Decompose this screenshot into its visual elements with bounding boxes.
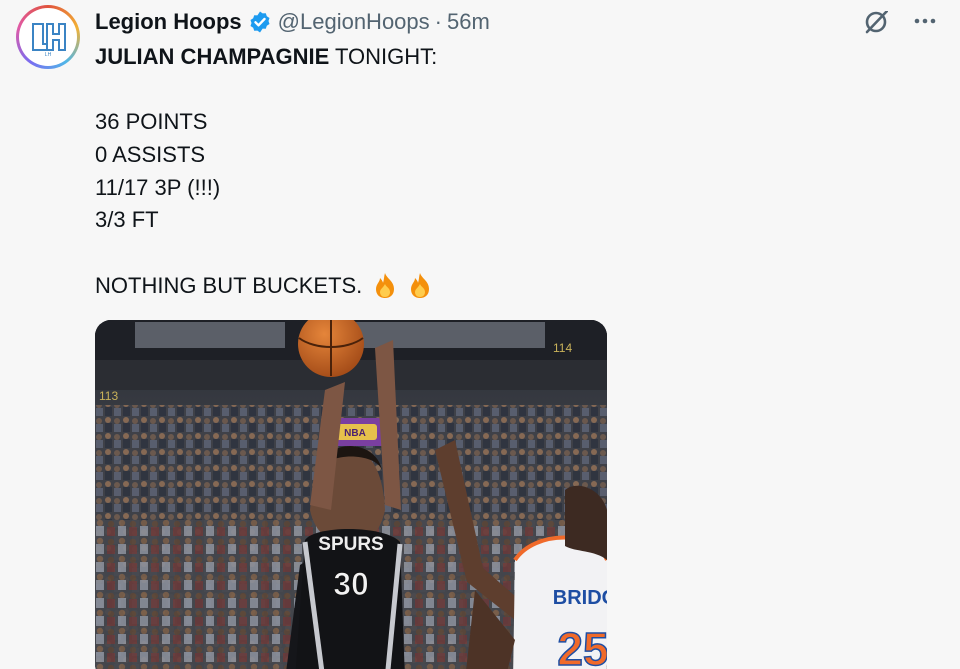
display-name[interactable]: Legion Hoops [95, 9, 242, 35]
avatar[interactable]: LH [16, 5, 80, 69]
separator-dot: · [434, 9, 442, 34]
basketball-photo: 113 114 NBA SPURS 30 BRIDG 25 [95, 320, 607, 669]
tweet-photo[interactable]: 113 114 NBA SPURS 30 BRIDG 25 [95, 320, 607, 669]
opponent-jersey-number: 25 [557, 623, 607, 669]
user-handle[interactable]: @LegionHoops [278, 9, 430, 35]
avatar-text: LH [45, 52, 52, 58]
fire-emoji-icon [376, 272, 395, 298]
avatar-logo: LH [19, 8, 77, 66]
stat-line: 0 ASSISTS [95, 142, 206, 168]
closing-text: NOTHING BUT BUCKETS. [95, 272, 363, 298]
grok-icon[interactable] [862, 6, 892, 36]
fire-emoji-icon [410, 272, 429, 298]
opponent-jersey-name: BRIDG [553, 587, 607, 609]
verified-badge-icon[interactable] [248, 10, 272, 34]
headline: JULIAN CHAMPAGNIE TONIGHT: [95, 41, 437, 74]
headline-name: JULIAN CHAMPAGNIE [95, 44, 330, 69]
jersey-number: 30 [333, 566, 369, 602]
tweet-header: Legion Hoops @LegionHoops · 56m [95, 8, 490, 36]
headline-rest: TONIGHT: [329, 44, 438, 69]
scoreboard-right: 114 [553, 341, 572, 355]
stat-line: 3/3 FT [95, 207, 159, 233]
legion-hoops-logo: LH [32, 23, 66, 58]
stat-line: 36 POINTS [95, 109, 208, 135]
tweet: LH Legion Hoops @LegionHoops · 56m JULIA… [0, 0, 960, 669]
tweet-text: JULIAN CHAMPAGNIE TONIGHT: 36 POINTS 0 A… [95, 41, 437, 303]
arena-ad-text: NBA [344, 428, 366, 439]
scoreboard-left: 113 [99, 389, 118, 403]
closing-line: NOTHING BUT BUCKETS. [95, 270, 437, 303]
timestamp[interactable]: 56m [447, 9, 490, 35]
more-icon[interactable] [910, 6, 940, 36]
tweet-actions-top [862, 6, 940, 36]
jersey-team: SPURS [318, 534, 383, 555]
stat-line: 11/17 3P (!!!) [95, 174, 221, 200]
